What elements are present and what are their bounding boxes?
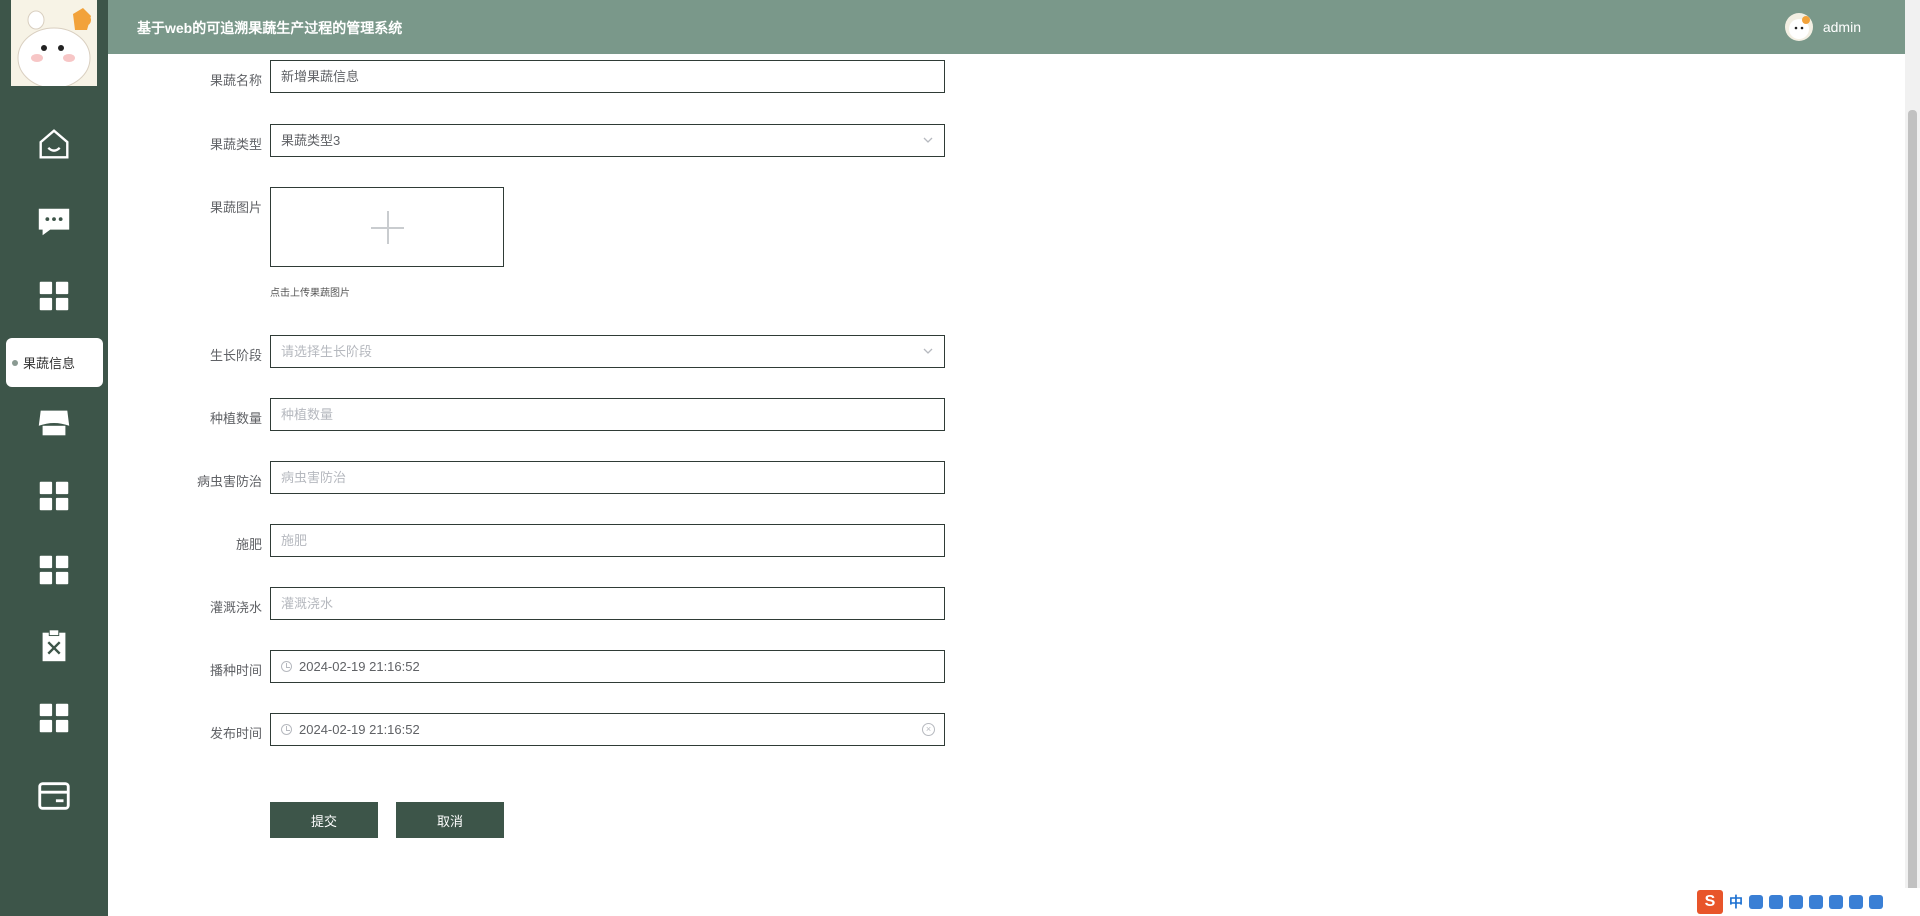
chat-icon[interactable]	[32, 200, 76, 244]
store-icon[interactable]	[32, 400, 76, 444]
form-row-quantity: 种植数量 种植数量	[180, 398, 980, 432]
form-row-stage: 生长阶段 请选择生长阶段	[180, 335, 980, 369]
grid-icon[interactable]	[32, 274, 76, 318]
robot-icon[interactable]	[1829, 895, 1843, 909]
ime-toolbar: S 中	[1693, 888, 1920, 916]
type-select[interactable]: 果蔬类型3	[270, 124, 945, 157]
sidebar: 果蔬信息	[0, 0, 108, 916]
plus-icon-vertical	[387, 211, 389, 244]
submenu-label: 果蔬信息	[23, 356, 76, 371]
publish-time-label: 发布时间	[209, 726, 262, 741]
submenu-item-fruit-info[interactable]: 果蔬信息	[6, 338, 103, 387]
top-header: 基于web的可追溯果蔬生产过程的管理系统 admin	[108, 0, 1920, 54]
punctuation-icon[interactable]	[1749, 895, 1763, 909]
name-label: 果蔬名称	[209, 73, 262, 88]
clock-icon	[281, 724, 292, 735]
grid-icon[interactable]	[32, 548, 76, 592]
app-title: 基于web的可追溯果蔬生产过程的管理系统	[137, 20, 403, 36]
submit-button[interactable]: 提交	[270, 802, 378, 838]
clipboard-x-icon[interactable]	[32, 624, 76, 668]
pest-label: 病虫害防治	[196, 474, 262, 489]
stage-label: 生长阶段	[209, 348, 262, 363]
ime-lang[interactable]: 中	[1729, 892, 1743, 912]
sogou-logo-icon[interactable]: S	[1697, 890, 1723, 914]
image-upload-box[interactable]	[270, 187, 504, 267]
user-menu[interactable]: admin	[1784, 13, 1861, 41]
quantity-label: 种植数量	[209, 411, 262, 426]
form-row-sow-time: 播种时间 2024-02-19 21:16:52	[180, 650, 980, 684]
type-label: 果蔬类型	[209, 137, 262, 152]
irrigate-label: 灌溉浇水	[209, 600, 262, 615]
avatar	[1784, 13, 1813, 41]
home-icon[interactable]	[32, 122, 76, 166]
settings-icon[interactable]	[1869, 895, 1883, 909]
clear-icon[interactable]: ×	[922, 723, 935, 736]
chevron-down-icon	[923, 348, 933, 354]
logo-hamster	[11, 0, 97, 86]
stage-select[interactable]: 请选择生长阶段	[270, 335, 945, 368]
sow-time-picker[interactable]: 2024-02-19 21:16:52	[270, 650, 945, 683]
apps-icon[interactable]	[1849, 895, 1863, 909]
card-icon[interactable]	[32, 774, 76, 818]
scrollbar-thumb[interactable]	[1908, 110, 1917, 900]
image-label: 果蔬图片	[209, 200, 262, 215]
form-row-pest: 病虫害防治 病虫害防治	[180, 461, 980, 495]
form-row-name: 果蔬名称 新增果蔬信息	[180, 60, 980, 94]
upload-tip: 点击上传果蔬图片	[270, 288, 350, 299]
form-row-fertilize: 施肥 施肥	[180, 524, 980, 558]
clock-icon	[281, 661, 292, 672]
pest-input[interactable]: 病虫害防治	[270, 461, 945, 494]
form-row-type: 果蔬类型 果蔬类型3	[180, 124, 980, 158]
publish-time-picker[interactable]: 2024-02-19 21:16:52 ×	[270, 713, 945, 746]
scrollbar[interactable]	[1905, 0, 1920, 916]
keyboard-icon[interactable]	[1789, 895, 1803, 909]
fertilize-label: 施肥	[235, 537, 262, 552]
stage-placeholder: 请选择生长阶段	[281, 344, 373, 359]
cancel-button[interactable]: 取消	[396, 802, 504, 838]
microphone-icon[interactable]	[1769, 895, 1783, 909]
grid-icon[interactable]	[32, 474, 76, 518]
sow-time-value: 2024-02-19 21:16:52	[299, 659, 420, 674]
sow-time-label: 播种时间	[209, 663, 262, 678]
quantity-input[interactable]: 种植数量	[270, 398, 945, 431]
form-row-publish-time: 发布时间 2024-02-19 21:16:52 ×	[180, 713, 980, 747]
form-row-irrigate: 灌溉浇水 灌溉浇水	[180, 587, 980, 621]
username: admin	[1822, 19, 1861, 35]
irrigate-input[interactable]: 灌溉浇水	[270, 587, 945, 620]
name-input[interactable]: 新增果蔬信息	[270, 60, 945, 93]
fertilize-input[interactable]: 施肥	[270, 524, 945, 557]
publish-time-value: 2024-02-19 21:16:52	[299, 722, 420, 737]
skin-icon[interactable]	[1809, 895, 1823, 909]
grid-icon[interactable]	[32, 696, 76, 740]
dot-icon	[12, 359, 18, 366]
type-value: 果蔬类型3	[281, 133, 341, 148]
chevron-down-icon	[923, 137, 933, 143]
